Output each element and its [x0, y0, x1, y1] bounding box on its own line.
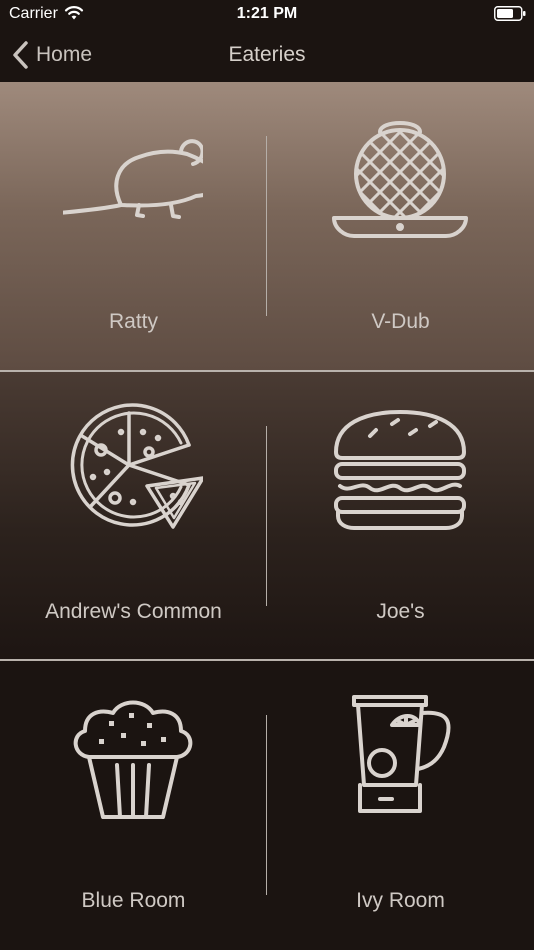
mouse-icon: [63, 139, 203, 219]
eatery-label: Blue Room: [81, 889, 186, 912]
grid-row: Ratty V-Dub: [0, 82, 534, 371]
eatery-tile-blue-room[interactable]: Blue Room: [0, 661, 267, 950]
eateries-screen: Carrier 1:21 PM Home Eateries Ratty V-Du…: [0, 0, 534, 950]
burger-icon: [334, 410, 466, 530]
waffle-iron-icon: [332, 121, 468, 238]
status-bar: Carrier 1:21 PM: [0, 0, 534, 30]
eatery-tile-ratty[interactable]: Ratty: [0, 82, 267, 371]
eatery-tile-ivy-room[interactable]: Ivy Room: [267, 661, 534, 950]
eatery-label: V-Dub: [371, 310, 430, 333]
grid-row: Andrew's Common Joe's: [0, 372, 534, 661]
eatery-tile-joes[interactable]: Joe's: [267, 372, 534, 661]
page-title: Eateries: [228, 43, 306, 66]
status-time: 1:21 PM: [236, 5, 298, 22]
eatery-tile-v-dub[interactable]: V-Dub: [267, 82, 534, 371]
eatery-label: Joe's: [376, 600, 425, 623]
eatery-label: Ratty: [108, 310, 158, 333]
eatery-tile-andrews-common[interactable]: Andrew's Common: [0, 372, 267, 661]
grid-row: Blue Room Ivy Room: [0, 661, 534, 950]
eatery-label: Andrew's Common: [45, 600, 222, 623]
blender-icon: [352, 695, 451, 813]
battery-icon: [494, 6, 526, 21]
muffin-icon: [73, 700, 193, 819]
eateries-grid: Ratty V-Dub Andrew's Common Joe's Blue R…: [0, 82, 534, 950]
pizza-icon: [70, 403, 203, 529]
eatery-label: Ivy Room: [356, 889, 445, 912]
navigation-bar: Home Eateries: [0, 30, 534, 82]
